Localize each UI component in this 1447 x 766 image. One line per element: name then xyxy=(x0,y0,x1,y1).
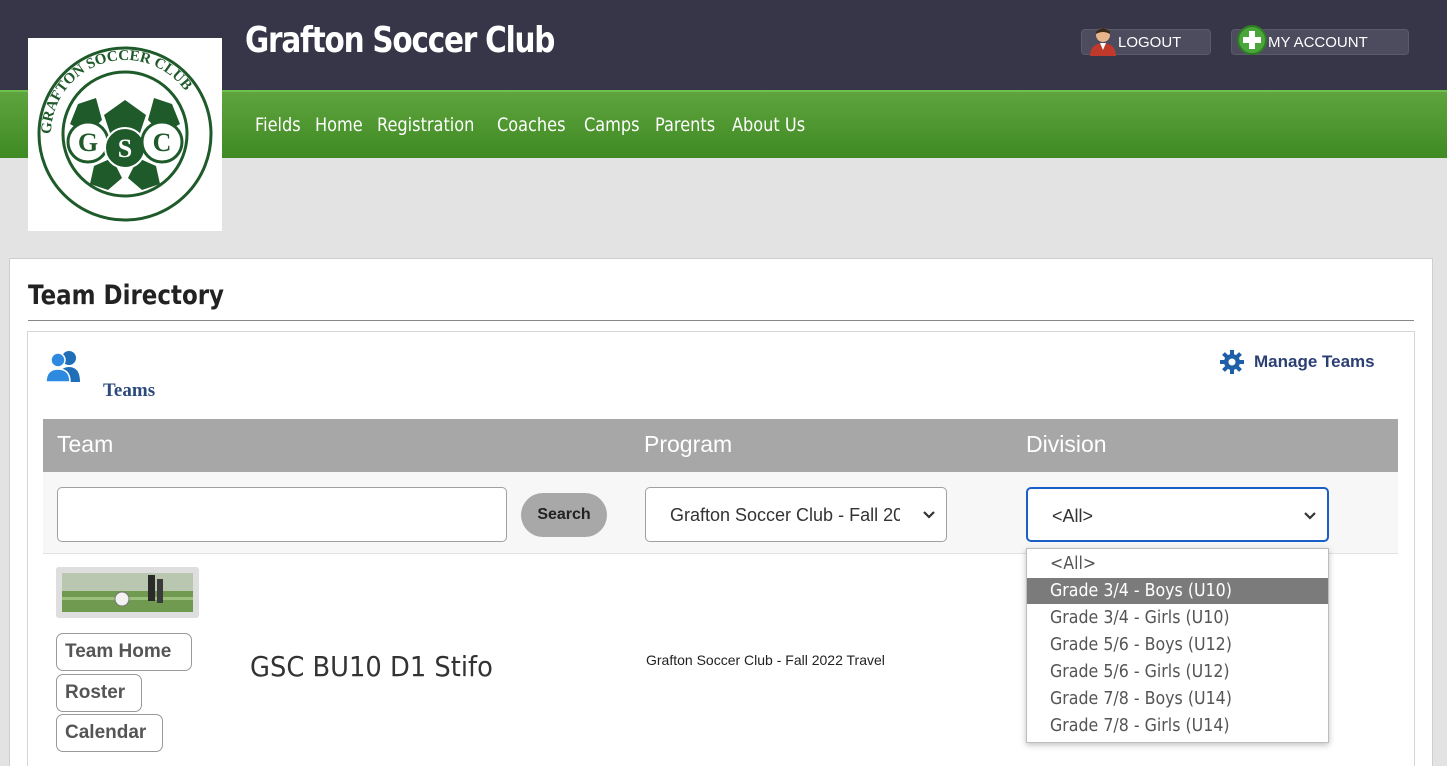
site-title[interactable]: Grafton Soccer Club xyxy=(245,20,555,61)
division-select[interactable]: <All> xyxy=(1026,487,1329,542)
my-account-label: MY ACCOUNT xyxy=(1268,34,1368,51)
table-header: Team Program Division xyxy=(43,419,1398,472)
division-option[interactable]: Grade 7/8 - Girls (U14) xyxy=(1027,713,1328,739)
chevron-down-icon xyxy=(923,511,935,519)
column-division: Division xyxy=(1026,431,1107,457)
search-button[interactable]: Search xyxy=(521,493,607,537)
logout-button[interactable]: LOGOUT xyxy=(1081,28,1211,56)
division-option[interactable]: Grade 5/6 - Boys (U12) xyxy=(1027,632,1328,658)
svg-text:C: C xyxy=(153,128,172,157)
division-dropdown-list: <All> Grade 3/4 - Boys (U10) Grade 3/4 -… xyxy=(1026,548,1329,743)
calendar-button[interactable]: Calendar xyxy=(56,714,163,752)
nav-coaches[interactable]: Coaches xyxy=(497,114,566,136)
nav-fields[interactable]: Fields xyxy=(255,114,301,136)
svg-text:S: S xyxy=(118,134,132,163)
nav-camps[interactable]: Camps xyxy=(584,114,640,136)
title-divider xyxy=(28,320,1414,321)
plus-circle-icon xyxy=(1237,25,1267,55)
division-select-value: <All> xyxy=(1052,506,1094,526)
division-option[interactable]: Grade 5/6 - Girls (U12) xyxy=(1027,659,1328,685)
column-program: Program xyxy=(644,431,733,457)
teams-section-label: Teams xyxy=(103,380,156,401)
my-account-button[interactable]: MY ACCOUNT xyxy=(1231,25,1409,55)
club-logo[interactable]: GRAFTON SOCCER CLUB G S C xyxy=(28,38,222,231)
team-search-input[interactable] xyxy=(57,487,507,542)
team-program: Grafton Soccer Club - Fall 2022 Travel xyxy=(646,652,885,668)
division-option[interactable]: <All> xyxy=(1027,551,1328,577)
division-option-highlighted[interactable]: Grade 3/4 - Boys (U10) xyxy=(1027,578,1328,604)
main-nav: Fields Home Registration Coaches Camps P… xyxy=(255,114,812,136)
roster-button[interactable]: Roster xyxy=(56,674,142,712)
program-select-value: Grafton Soccer Club - Fall 2022 Travel xyxy=(670,505,900,525)
program-select[interactable]: Grafton Soccer Club - Fall 2022 Travel xyxy=(645,487,947,542)
team-name[interactable]: GSC BU10 D1 Stifo xyxy=(250,650,493,683)
nav-registration[interactable]: Registration xyxy=(377,114,474,136)
division-option[interactable]: Grade 7/8 - Boys (U14) xyxy=(1027,686,1328,712)
team-photo-thumbnail[interactable] xyxy=(56,567,199,618)
nav-home[interactable]: Home xyxy=(315,114,363,136)
chevron-down-icon xyxy=(1304,512,1316,520)
nav-parents[interactable]: Parents xyxy=(655,114,715,136)
manage-teams-link[interactable]: Manage Teams xyxy=(1220,350,1375,374)
user-icon xyxy=(1090,28,1116,56)
column-team: Team xyxy=(57,431,114,457)
logout-label: LOGOUT xyxy=(1118,34,1182,51)
nav-about-us[interactable]: About Us xyxy=(732,114,805,136)
division-option[interactable]: Grade 3/4 - Girls (U10) xyxy=(1027,605,1328,631)
team-home-button[interactable]: Team Home xyxy=(56,633,192,671)
svg-text:G: G xyxy=(78,128,98,157)
soccer-ball-logo-icon: GRAFTON SOCCER CLUB G S C xyxy=(37,46,213,222)
manage-teams-label: Manage Teams xyxy=(1254,352,1375,371)
page-title: Team Directory xyxy=(28,280,224,311)
team-photo-image xyxy=(56,567,199,618)
users-icon xyxy=(46,351,80,383)
gear-icon xyxy=(1220,350,1244,374)
